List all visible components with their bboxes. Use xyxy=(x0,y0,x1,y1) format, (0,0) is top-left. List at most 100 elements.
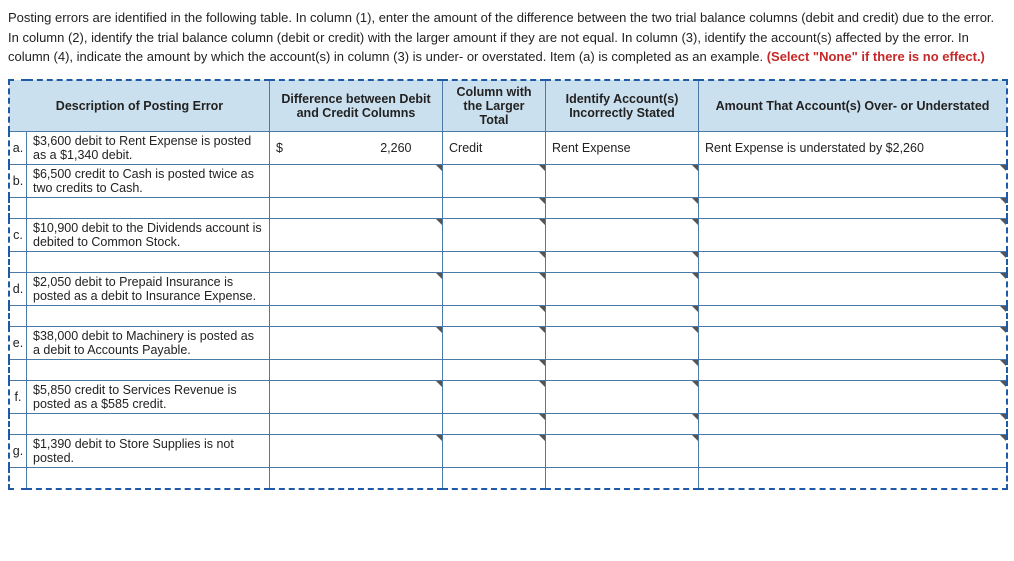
difference-cell[interactable] xyxy=(270,164,443,197)
accounts-cell[interactable] xyxy=(546,434,699,467)
accounts-cell[interactable] xyxy=(546,164,699,197)
dollar-sign: $ xyxy=(276,141,288,155)
row-letter: c. xyxy=(9,218,27,251)
row-letter: a. xyxy=(9,131,27,164)
dropdown-icon xyxy=(539,306,545,312)
spacer-row xyxy=(9,197,1007,218)
dropdown-icon xyxy=(1000,198,1006,204)
dropdown-icon xyxy=(692,273,698,279)
posting-errors-table: Description of Posting Error Difference … xyxy=(8,79,1008,490)
row-letter: f. xyxy=(9,380,27,413)
larger-column-cell[interactable] xyxy=(443,380,546,413)
table-row: e. $38,000 debit to Machinery is posted … xyxy=(9,326,1007,359)
row-description: $6,500 credit to Cash is posted twice as… xyxy=(27,164,270,197)
dropdown-icon xyxy=(539,414,545,420)
spacer-row xyxy=(9,251,1007,272)
instructions-highlight: (Select "None" if there is no effect.) xyxy=(767,49,985,64)
row-description: $38,000 debit to Machinery is posted as … xyxy=(27,326,270,359)
spacer-row xyxy=(9,359,1007,380)
dropdown-icon xyxy=(692,327,698,333)
dropdown-icon xyxy=(436,435,442,441)
header-larger-column: Column with the Larger Total xyxy=(443,80,546,132)
difference-cell[interactable] xyxy=(270,218,443,251)
dropdown-icon xyxy=(692,219,698,225)
header-description: Description of Posting Error xyxy=(9,80,270,132)
accounts-cell[interactable] xyxy=(546,380,699,413)
row-description: $1,390 debit to Store Supplies is not po… xyxy=(27,434,270,467)
dropdown-icon xyxy=(1000,273,1006,279)
dropdown-icon xyxy=(1000,165,1006,171)
larger-column-cell[interactable] xyxy=(443,164,546,197)
header-amount: Amount That Account(s) Over- or Understa… xyxy=(699,80,1008,132)
header-accounts: Identify Account(s) Incorrectly Stated xyxy=(546,80,699,132)
instructions-paragraph: Posting errors are identified in the fol… xyxy=(8,8,1006,67)
dropdown-icon xyxy=(1000,306,1006,312)
dropdown-icon xyxy=(692,360,698,366)
dropdown-icon xyxy=(539,381,545,387)
accounts-cell[interactable] xyxy=(546,218,699,251)
amount-stated-cell[interactable] xyxy=(699,164,1008,197)
amount-stated-cell[interactable] xyxy=(699,218,1008,251)
dropdown-icon xyxy=(539,165,545,171)
spacer-row xyxy=(9,305,1007,326)
difference-cell[interactable] xyxy=(270,272,443,305)
dropdown-icon xyxy=(692,252,698,258)
dropdown-icon xyxy=(1000,252,1006,258)
dropdown-icon xyxy=(539,360,545,366)
amount-stated-cell[interactable]: Rent Expense is understated by $2,260 xyxy=(699,131,1008,164)
dropdown-icon xyxy=(1000,435,1006,441)
larger-column-cell[interactable] xyxy=(443,218,546,251)
dropdown-icon xyxy=(692,165,698,171)
table-row: f. $5,850 credit to Services Revenue is … xyxy=(9,380,1007,413)
dropdown-icon xyxy=(539,435,545,441)
amount-stated-cell[interactable] xyxy=(699,272,1008,305)
dropdown-icon xyxy=(436,327,442,333)
dropdown-icon xyxy=(436,165,442,171)
amount-stated-cell[interactable] xyxy=(699,326,1008,359)
dropdown-icon xyxy=(1000,327,1006,333)
row-description: $3,600 debit to Rent Expense is posted a… xyxy=(27,131,270,164)
dropdown-icon xyxy=(1000,219,1006,225)
difference-cell[interactable]: $ 2,260 xyxy=(270,131,443,164)
larger-column-cell[interactable] xyxy=(443,434,546,467)
dropdown-icon xyxy=(436,273,442,279)
dropdown-icon xyxy=(539,273,545,279)
dropdown-icon xyxy=(1000,381,1006,387)
amount-stated-cell[interactable] xyxy=(699,434,1008,467)
header-difference: Difference between Debit and Credit Colu… xyxy=(270,80,443,132)
dropdown-icon xyxy=(692,198,698,204)
dropdown-icon xyxy=(692,381,698,387)
dropdown-icon xyxy=(692,435,698,441)
row-letter: g. xyxy=(9,434,27,467)
dropdown-icon xyxy=(692,306,698,312)
difference-cell[interactable] xyxy=(270,380,443,413)
larger-column-cell[interactable] xyxy=(443,272,546,305)
dropdown-icon xyxy=(539,252,545,258)
amount-stated-cell[interactable] xyxy=(699,380,1008,413)
spacer-row xyxy=(9,413,1007,434)
dropdown-icon xyxy=(539,219,545,225)
difference-value: 2,260 xyxy=(291,141,411,155)
table-row: b. $6,500 credit to Cash is posted twice… xyxy=(9,164,1007,197)
table-row: a. $3,600 debit to Rent Expense is poste… xyxy=(9,131,1007,164)
dropdown-icon xyxy=(1000,360,1006,366)
row-letter: b. xyxy=(9,164,27,197)
row-description: $10,900 debit to the Dividends account i… xyxy=(27,218,270,251)
dropdown-icon xyxy=(436,219,442,225)
row-letter: d. xyxy=(9,272,27,305)
accounts-cell[interactable] xyxy=(546,272,699,305)
difference-cell[interactable] xyxy=(270,326,443,359)
dropdown-icon xyxy=(539,327,545,333)
table-row: g. $1,390 debit to Store Supplies is not… xyxy=(9,434,1007,467)
larger-column-cell[interactable] xyxy=(443,326,546,359)
row-description: $5,850 credit to Services Revenue is pos… xyxy=(27,380,270,413)
larger-column-cell[interactable]: Credit xyxy=(443,131,546,164)
dropdown-icon xyxy=(1000,414,1006,420)
table-row: d. $2,050 debit to Prepaid Insurance is … xyxy=(9,272,1007,305)
difference-cell[interactable] xyxy=(270,434,443,467)
row-description: $2,050 debit to Prepaid Insurance is pos… xyxy=(27,272,270,305)
accounts-cell[interactable]: Rent Expense xyxy=(546,131,699,164)
accounts-cell[interactable] xyxy=(546,326,699,359)
dropdown-icon xyxy=(692,414,698,420)
dropdown-icon xyxy=(436,381,442,387)
